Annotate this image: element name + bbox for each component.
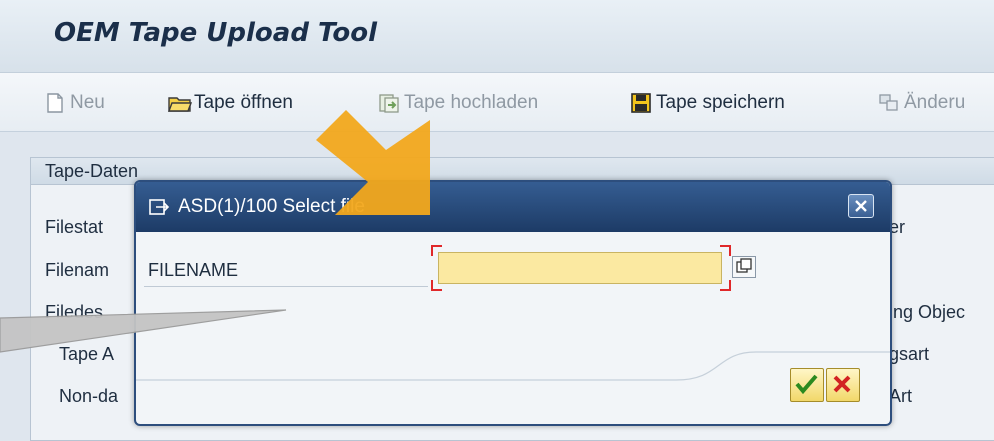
- dialog-title: ASD(1)/100 Select file: [178, 196, 365, 217]
- group-title: Tape-Daten: [45, 161, 139, 181]
- toolbar: Neu Tape öffnen Tape hochladen Tape spei…: [0, 73, 994, 132]
- label-underline: [144, 286, 428, 287]
- value-help-button[interactable]: [732, 256, 756, 278]
- field-label-right-4: Art: [889, 386, 913, 406]
- filename-input[interactable]: [438, 252, 722, 284]
- open-tape-button[interactable]: Tape öffnen: [167, 91, 293, 115]
- close-icon: [855, 200, 867, 212]
- save-disk-icon: [630, 92, 652, 114]
- changes-icon: [878, 92, 900, 114]
- filename-label: FILENAME: [148, 260, 239, 280]
- cancel-button[interactable]: [826, 368, 860, 402]
- field-label-filestatus: Filestat: [45, 217, 104, 237]
- dialog-divider-swoosh: [136, 351, 890, 381]
- changes-label: Änderu: [904, 92, 966, 113]
- upload-tape-button[interactable]: Tape hochladen: [378, 91, 538, 115]
- dialog-title-bar[interactable]: ASD(1)/100 Select file: [136, 182, 890, 232]
- field-label-filename: Filenam: [45, 260, 110, 280]
- app-title-bar: OEM Tape Upload Tool: [0, 0, 994, 73]
- upload-icon: [378, 92, 400, 114]
- save-tape-label: Tape speichern: [656, 92, 785, 113]
- select-file-dialog: ASD(1)/100 Select file FILENAME: [134, 180, 892, 426]
- new-button-label: Neu: [70, 92, 105, 113]
- field-label-right-2: ing Objec: [889, 302, 966, 322]
- upload-tape-label: Tape hochladen: [404, 92, 539, 113]
- field-label-right-3: gsart: [889, 344, 930, 364]
- dialog-window-icon: [148, 197, 170, 221]
- save-tape-button[interactable]: Tape speichern: [630, 91, 785, 115]
- new-document-icon: [44, 92, 66, 114]
- field-label-non-data: Non-da: [59, 386, 119, 406]
- open-tape-label: Tape öffnen: [194, 92, 293, 113]
- field-label-tape-art: Tape A: [59, 344, 115, 364]
- field-label-filedescription: Filedes: [45, 302, 104, 322]
- confirm-button[interactable]: [790, 368, 824, 402]
- value-help-icon: [736, 258, 752, 273]
- changes-button[interactable]: Änderu: [878, 91, 965, 115]
- cancel-x-icon: [833, 375, 851, 393]
- dialog-close-button[interactable]: [848, 194, 874, 218]
- app-title: OEM Tape Upload Tool: [54, 18, 378, 48]
- checkmark-icon: [795, 374, 818, 395]
- open-folder-icon: [167, 92, 193, 114]
- new-button[interactable]: Neu: [44, 91, 105, 115]
